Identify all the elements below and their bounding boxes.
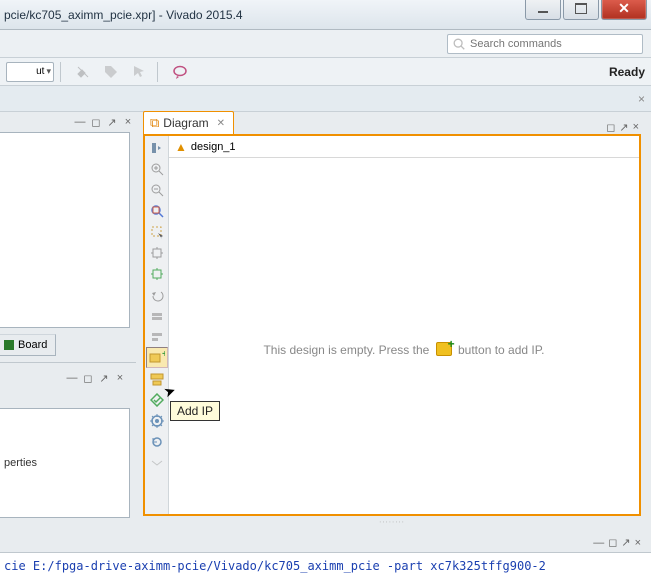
pointer-icon[interactable]	[127, 61, 151, 83]
add-ip-inline-icon	[436, 342, 452, 356]
diagram-toolbar: +	[145, 136, 169, 514]
tooltip-add-ip: Add IP	[170, 401, 220, 421]
zoom-in-icon[interactable]	[146, 158, 168, 179]
status-ready: Ready	[609, 65, 645, 79]
search-box[interactable]	[447, 34, 643, 54]
left-panels: — ◻ ↗ × Board — ◻ ↗ × perties	[0, 112, 138, 581]
restore-icon[interactable]: ◻	[82, 372, 94, 384]
zoom-out-icon[interactable]	[146, 179, 168, 200]
auto-fit-icon[interactable]	[146, 263, 168, 284]
settings-icon[interactable]	[146, 410, 168, 431]
tab-diagram-label: Diagram	[163, 116, 208, 130]
tab-diagram[interactable]: ⧉ Diagram ✕	[143, 111, 234, 134]
search-input[interactable]	[466, 38, 638, 50]
diagram-canvas[interactable]: ▲ design_1 This design is empty. Press t…	[169, 136, 639, 514]
window-title: pcie/kc705_aximm_pcie.xpr] - Vivado 2015…	[4, 8, 525, 22]
design-name-bar: ▲ design_1	[169, 136, 639, 158]
console-panel: — ◻ ↗ × cie E:/fpga-drive-aximm-pcie/Viv…	[0, 533, 651, 581]
min-icon[interactable]: —	[66, 372, 78, 384]
separator	[157, 62, 158, 82]
chip-icon: ▲	[175, 140, 187, 154]
layout-combo-text: ut	[36, 66, 44, 77]
left-blank-panel	[0, 132, 130, 328]
tab-board-label: Board	[18, 339, 47, 351]
minimize-button[interactable]	[525, 0, 561, 20]
popout-icon[interactable]: ↗	[619, 121, 628, 134]
console-head: — ◻ ↗ ×	[0, 533, 651, 553]
window-titlebar: pcie/kc705_aximm_pcie.xpr] - Vivado 2015…	[0, 0, 651, 30]
panel-head-3: ◻ ↗ ×	[606, 121, 641, 134]
subbar-close-icon[interactable]: ×	[638, 92, 645, 106]
search-icon	[452, 37, 466, 51]
close-icon[interactable]: ×	[114, 372, 126, 384]
select-area-icon[interactable]	[146, 221, 168, 242]
panel-head-2: — ◻ ↗ ×	[0, 368, 130, 388]
empty-message: This design is empty. Press the button t…	[169, 342, 639, 357]
console-cmd: cie	[4, 559, 26, 573]
chevron-icon[interactable]	[146, 452, 168, 473]
panel-head-1: — ◻ ↗ ×	[0, 112, 138, 132]
close-icon[interactable]: ×	[635, 537, 641, 549]
board-icon	[4, 340, 14, 350]
layout-combo[interactable]: ut	[6, 62, 54, 82]
chat-icon[interactable]	[168, 61, 192, 83]
undo-icon[interactable]	[146, 284, 168, 305]
diagram-body: + ▲ design_1 This design is empty. Press…	[143, 134, 641, 516]
search-row	[0, 30, 651, 58]
popout-icon[interactable]: ↗	[621, 536, 630, 549]
min-icon[interactable]: —	[74, 116, 86, 128]
close-icon[interactable]: ×	[633, 121, 639, 134]
properties-label: perties	[4, 457, 37, 469]
main-toolbar: ut Ready	[0, 58, 651, 86]
popout-icon[interactable]: ↗	[98, 372, 110, 384]
diagram-tabbar: ⧉ Diagram ✕ ◻ ↗ ×	[143, 112, 641, 134]
empty-suffix: button to add IP.	[458, 343, 545, 357]
separator	[60, 62, 61, 82]
tag-icon[interactable]	[99, 61, 123, 83]
maximize-button[interactable]	[563, 0, 599, 20]
hbar2-icon[interactable]	[146, 326, 168, 347]
empty-prefix: This design is empty. Press the	[263, 343, 429, 357]
restore-icon[interactable]: ◻	[608, 536, 617, 549]
close-button[interactable]: ✕	[601, 0, 647, 20]
svg-text:+: +	[162, 351, 165, 360]
refresh-icon[interactable]	[146, 431, 168, 452]
design-name: design_1	[191, 141, 236, 153]
tab-board[interactable]: Board	[0, 334, 56, 356]
expand-icon[interactable]	[146, 137, 168, 158]
min-icon[interactable]: —	[593, 537, 604, 549]
panel-splitter[interactable]	[0, 362, 136, 367]
pin-icon[interactable]	[71, 61, 95, 83]
zoom-fit-icon[interactable]	[146, 200, 168, 221]
console-output[interactable]: cie E:/fpga-drive-aximm-pcie/Vivado/kc70…	[0, 553, 651, 581]
fit-icon[interactable]	[146, 242, 168, 263]
hbar1-icon[interactable]	[146, 305, 168, 326]
add-ip-button[interactable]: +	[146, 347, 168, 368]
properties-panel: perties	[0, 408, 130, 518]
restore-icon[interactable]: ◻	[606, 121, 615, 134]
restore-icon[interactable]: ◻	[90, 116, 102, 128]
console-path: E:/fpga-drive-aximm-pcie/Vivado/kc705_ax…	[33, 559, 546, 573]
tab-close-icon[interactable]: ✕	[217, 118, 225, 129]
main-area: — ◻ ↗ × Board — ◻ ↗ × perties ⧉ Diagram …	[0, 112, 651, 581]
popout-icon[interactable]: ↗	[106, 116, 118, 128]
diagram-icon: ⧉	[150, 115, 159, 131]
resize-dots-icon[interactable]: ∙∙∙∙∙∙∙∙	[143, 517, 641, 526]
sub-bar: ×	[0, 86, 651, 112]
diagram-panel: ⧉ Diagram ✕ ◻ ↗ × +	[143, 112, 641, 526]
window-controls: ✕	[525, 0, 647, 20]
close-icon[interactable]: ×	[122, 116, 134, 128]
